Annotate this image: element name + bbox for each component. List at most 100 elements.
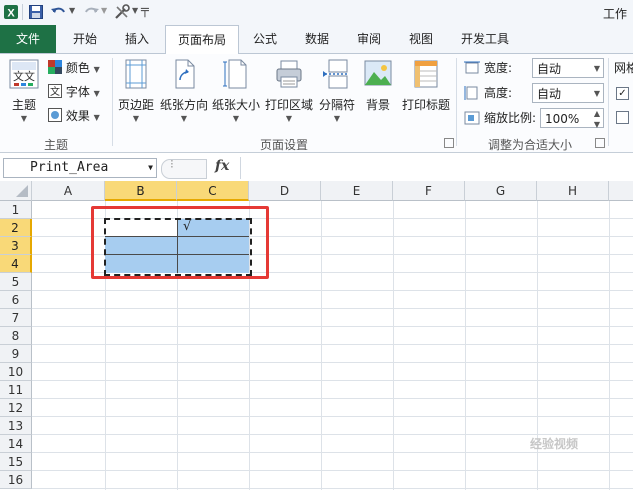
row-header[interactable]: 6 <box>0 291 32 309</box>
formula-bar: Print_Area ▼ ⁝ fx <box>0 153 633 182</box>
tab-data[interactable]: 数据 <box>292 25 342 53</box>
width-select[interactable]: 自动 ▼ <box>532 58 604 78</box>
name-box[interactable]: Print_Area ▼ <box>3 158 157 178</box>
tab-home[interactable]: 开始 <box>60 25 110 53</box>
gridline <box>465 201 466 490</box>
gridline <box>32 380 633 381</box>
print-area-icon <box>276 60 302 88</box>
theme-effects-button[interactable]: 效果 ▼ <box>48 106 100 126</box>
theme-effects-label: 效果 <box>65 109 90 123</box>
column-header[interactable]: F <box>393 181 465 201</box>
tab-insert[interactable]: 插入 <box>112 25 162 53</box>
breaks-icon <box>323 59 349 89</box>
row-header[interactable]: 14 <box>0 435 32 453</box>
tab-page-layout[interactable]: 页面布局 <box>165 25 239 55</box>
tab-developer[interactable]: 开发工具 <box>450 25 520 53</box>
ribbon-panel: 文文 主题 ▼ 颜色 ▼ 文 字体 ▼ 效果 ▼ 主题 页边距 ▼ 纸张方向 ▼… <box>0 54 633 153</box>
gridline <box>32 416 633 417</box>
orientation-button[interactable]: 纸张方向 ▼ <box>159 58 209 123</box>
paper-size-icon <box>223 59 247 89</box>
page-setup-launcher-icon[interactable] <box>444 138 454 148</box>
row-header[interactable]: 10 <box>0 363 32 381</box>
scale-spinner[interactable]: 100% ▲ ▼ <box>540 108 604 129</box>
customize-qat-icon[interactable]: ╤ <box>141 3 149 18</box>
width-label: 宽度: <box>484 61 513 75</box>
gridlines-print-checkbox[interactable] <box>616 111 629 124</box>
row-header[interactable]: 9 <box>0 345 32 363</box>
paper-size-button[interactable]: 纸张大小 ▼ <box>211 58 261 123</box>
margins-label: 页边距 <box>117 98 154 112</box>
redo-dropdown-icon[interactable]: ▼ <box>101 6 107 15</box>
gridline <box>609 201 610 490</box>
row-header[interactable]: 15 <box>0 453 32 471</box>
row-header[interactable]: 4 <box>0 255 32 273</box>
column-header[interactable]: H <box>537 181 609 201</box>
gridline <box>32 470 633 471</box>
theme-colors-button[interactable]: 颜色 ▼ <box>48 58 100 78</box>
spinner-down-icon[interactable]: ▼ <box>594 115 600 135</box>
row-header[interactable]: 11 <box>0 381 32 399</box>
row-header[interactable]: 13 <box>0 417 32 435</box>
effects-dropdown-icon: ▼ <box>93 113 100 122</box>
scale-label: 缩放比例: <box>484 111 537 125</box>
height-select[interactable]: 自动 ▼ <box>532 83 604 103</box>
chevron-down-icon: ▼ <box>593 89 600 98</box>
row-header[interactable]: 3 <box>0 237 32 255</box>
themes-icon: 文文 <box>9 59 39 89</box>
height-icon <box>464 86 478 100</box>
print-area-button[interactable]: 打印区域 ▼ <box>263 58 315 123</box>
scale-launcher-icon[interactable] <box>595 138 605 148</box>
formula-bar-divider-icon: ⁝ <box>170 157 174 171</box>
gridlines-view-checkbox[interactable]: ✓ <box>616 87 629 100</box>
column-header-partial[interactable] <box>609 181 633 201</box>
svg-text:X: X <box>7 8 15 20</box>
gridline <box>32 398 633 399</box>
name-box-value: Print_Area <box>30 160 109 175</box>
row-header[interactable]: 12 <box>0 399 32 417</box>
redo-icon[interactable] <box>82 4 100 20</box>
column-header[interactable]: E <box>321 181 393 201</box>
tools-icon[interactable] <box>113 4 131 20</box>
paper-size-dropdown-icon: ▼ <box>232 114 240 123</box>
theme-fonts-button[interactable]: 文 字体 ▼ <box>48 82 100 102</box>
column-header[interactable]: C <box>177 181 249 201</box>
row-header[interactable]: 8 <box>0 327 32 345</box>
row-header[interactable]: 5 <box>0 273 32 291</box>
tab-review[interactable]: 审阅 <box>344 25 394 53</box>
column-header[interactable]: A <box>32 181 105 201</box>
column-header[interactable]: B <box>105 181 177 201</box>
background-button[interactable]: 背景 <box>360 58 396 112</box>
print-titles-icon <box>414 60 438 88</box>
row-header[interactable]: 7 <box>0 309 32 327</box>
worksheet-grid[interactable]: A B C D E F G H 1 2 3 4 5 6 7 8 9 10 11 … <box>0 181 633 490</box>
background-image-icon <box>364 60 392 86</box>
gridline <box>32 362 633 363</box>
undo-dropdown-icon[interactable]: ▼ <box>69 6 75 15</box>
margins-button[interactable]: 页边距 ▼ <box>114 58 158 123</box>
page-setup-group-label: 页面设置 <box>259 138 308 152</box>
tools-dropdown-icon[interactable]: ▼ <box>132 6 138 15</box>
tab-view[interactable]: 视图 <box>396 25 446 53</box>
formula-input[interactable] <box>240 157 633 179</box>
breaks-label: 分隔符 <box>318 98 355 112</box>
themes-button[interactable]: 文文 主题 ▼ <box>4 58 44 123</box>
svg-text:文文: 文文 <box>13 69 35 83</box>
column-header[interactable]: G <box>465 181 537 201</box>
font-icon: 文 <box>48 84 62 98</box>
tab-formulas[interactable]: 公式 <box>240 25 290 53</box>
row-header[interactable]: 1 <box>0 201 32 219</box>
row-header[interactable]: 2 <box>0 219 32 237</box>
tab-file[interactable]: 文件 <box>0 25 56 53</box>
group-separator <box>456 58 457 146</box>
save-icon[interactable] <box>28 4 44 20</box>
column-header[interactable]: D <box>249 181 321 201</box>
paper-size-label: 纸张大小 <box>211 98 260 112</box>
insert-function-icon[interactable]: fx <box>215 158 229 174</box>
height-label: 高度: <box>484 86 513 100</box>
undo-icon[interactable] <box>50 4 68 20</box>
themes-dropdown-icon: ▼ <box>20 114 28 123</box>
breaks-button[interactable]: 分隔符 ▼ <box>317 58 357 123</box>
select-all-corner[interactable] <box>0 181 32 201</box>
print-titles-button[interactable]: 打印标题 <box>400 58 452 112</box>
row-header[interactable]: 16 <box>0 471 32 489</box>
